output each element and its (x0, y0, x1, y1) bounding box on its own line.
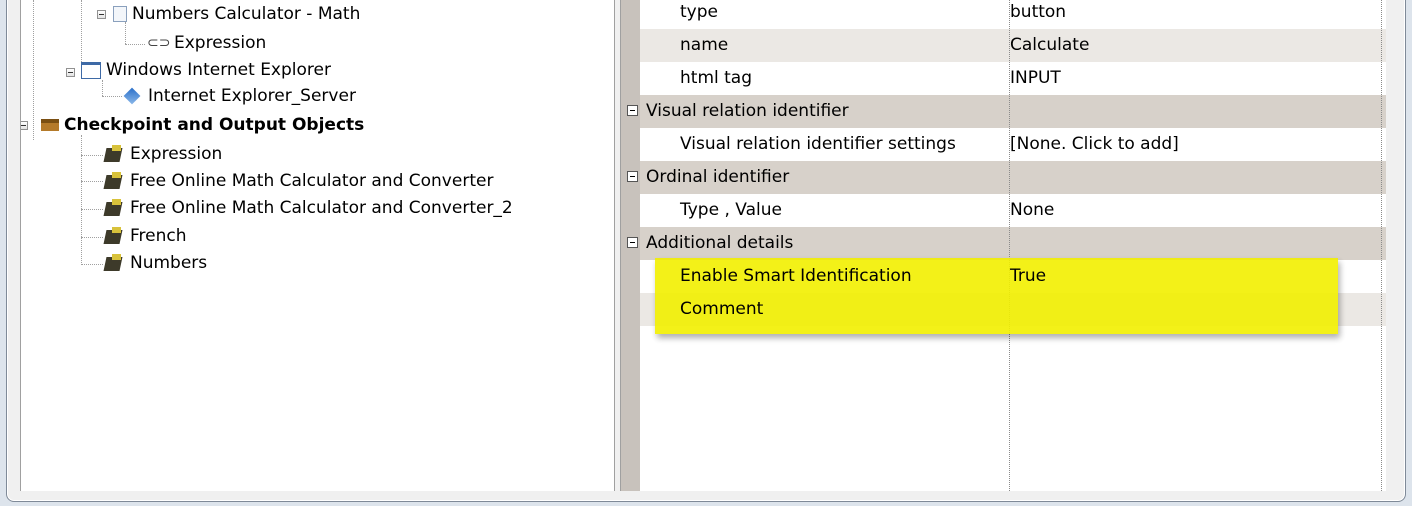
tree-item[interactable]: Free Online Math Calculator and Converte… (103, 168, 493, 194)
property-name: Type , Value (680, 200, 782, 220)
tree-item-label: Free Online Math Calculator and Converte… (130, 171, 494, 191)
tree-item[interactable]: Expression (103, 141, 222, 167)
tree-connector (81, 181, 103, 182)
collapse-icon[interactable] (627, 237, 638, 248)
property-name: Visual relation identifier settings (680, 134, 956, 154)
tree-item-label: Numbers (130, 253, 208, 273)
tree-connector (81, 264, 103, 265)
property-value[interactable]: [None. Click to add] (1010, 134, 1179, 154)
tree-connector (81, 209, 103, 210)
tree-connector (81, 237, 103, 238)
link-icon: ⊂⊃ (147, 35, 171, 51)
checkpoint-icon (103, 226, 125, 246)
tree-item[interactable]: French (103, 223, 187, 249)
property-value[interactable]: True (1010, 266, 1046, 286)
tree-connector (33, 0, 34, 140)
tree-item-label: Free Online Math Calculator and Converte… (130, 198, 513, 218)
category-label: Visual relation identifier (646, 101, 849, 121)
tree-item-label: Numbers Calculator - Math (132, 4, 361, 24)
property-name: Enable Smart Identification (680, 266, 912, 286)
tree-item-label: Expression (130, 144, 223, 164)
category-row[interactable]: Visual relation identifier (627, 95, 1386, 128)
tree-item[interactable]: ⊂⊃ Expression (147, 30, 266, 56)
tree-connector (81, 155, 103, 156)
tree-item[interactable]: Free Online Math Calculator and Converte… (103, 195, 513, 221)
property-row[interactable]: Visual relation identifier settings [Non… (640, 128, 1386, 161)
property-row[interactable]: type button (640, 0, 1386, 29)
tree-item-label: Checkpoint and Output Objects (64, 115, 365, 135)
property-value[interactable]: Calculate (1010, 35, 1089, 55)
property-value[interactable]: None (1010, 200, 1054, 220)
tree-connector (102, 96, 122, 97)
category-label: Ordinal identifier (646, 167, 790, 187)
tree-item-label: Expression (174, 33, 267, 53)
tree-item[interactable]: Internet Explorer_Server (123, 83, 356, 109)
tree-item[interactable]: Numbers (103, 250, 207, 276)
diamond-icon (123, 87, 141, 105)
grid-edge (1381, 0, 1382, 491)
tree-connector (125, 44, 145, 45)
property-row[interactable]: html tag INPUT (640, 62, 1386, 95)
collapse-icon[interactable] (627, 171, 638, 182)
page-icon (113, 6, 127, 22)
property-row[interactable]: Type , Value None (640, 194, 1386, 227)
collapse-toggle[interactable] (66, 68, 75, 77)
property-name: name (680, 35, 729, 55)
property-name: type (680, 2, 718, 22)
object-tree[interactable]: Numbers Calculator - Math ⊂⊃ Expression … (20, 0, 615, 491)
tree-item-label: Windows Internet Explorer (106, 60, 331, 80)
column-divider[interactable] (1009, 0, 1010, 491)
property-value[interactable]: button (1010, 2, 1066, 22)
collapse-toggle[interactable] (97, 10, 106, 19)
property-name: Comment (680, 299, 764, 319)
category-row[interactable]: Additional details (627, 227, 1386, 260)
collapse-toggle[interactable] (21, 121, 28, 130)
properties-grid[interactable]: type button name Calculate html tag INPU… (620, 0, 1386, 491)
category-label: Additional details (646, 233, 794, 253)
tree-item-label: French (130, 226, 187, 246)
tree-item[interactable]: Checkpoint and Output Objects (41, 112, 364, 138)
tree-item-label: Internet Explorer_Server (148, 86, 356, 106)
property-name: html tag (680, 68, 753, 88)
checkpoint-icon (103, 144, 125, 164)
property-value[interactable]: INPUT (1010, 68, 1061, 88)
tree-item[interactable]: Numbers Calculator - Math (113, 1, 360, 27)
checkpoint-icon (103, 171, 125, 191)
tree-item[interactable]: Windows Internet Explorer (81, 57, 331, 83)
window-icon (81, 61, 101, 79)
chest-icon (41, 119, 59, 131)
checkpoint-icon (103, 198, 125, 218)
collapse-icon[interactable] (627, 105, 638, 116)
checkpoint-icon (103, 253, 125, 273)
property-row[interactable]: name Calculate (640, 29, 1386, 62)
category-row[interactable]: Ordinal identifier (627, 161, 1386, 194)
